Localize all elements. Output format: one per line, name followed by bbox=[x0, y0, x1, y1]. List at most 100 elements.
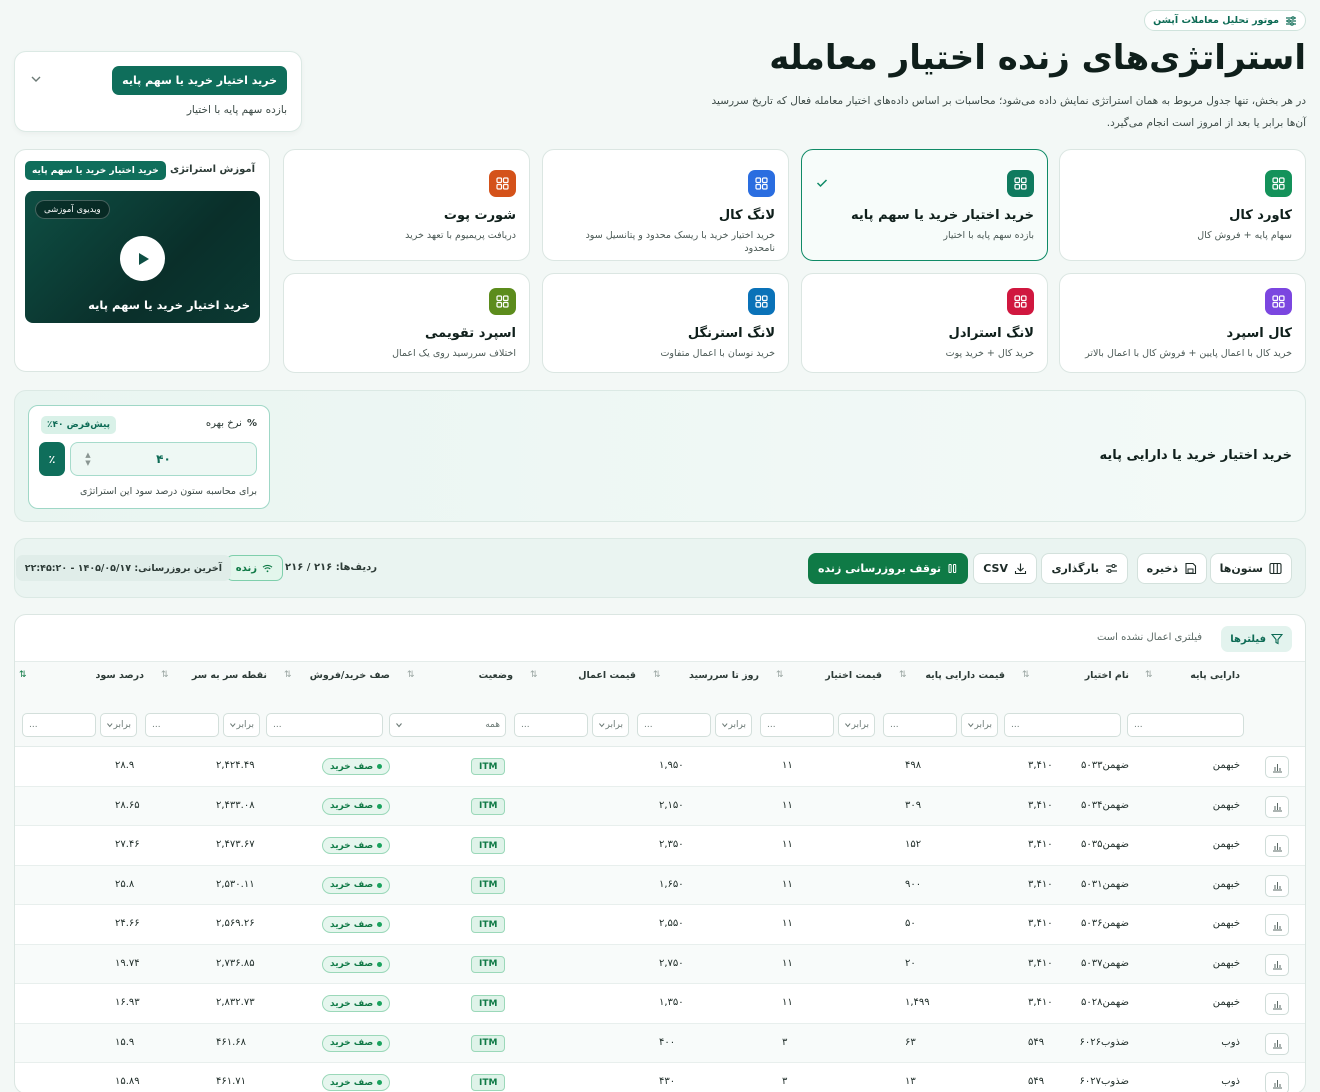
strategy-card[interactable]: لانگ کال خرید اختیار خرید با ریسک محدود … bbox=[542, 149, 789, 261]
strategy-card-subtitle: خرید نوسان با اعمال متفاوت bbox=[660, 348, 775, 359]
filter-under-input[interactable]: ... bbox=[883, 713, 957, 737]
cell-under: ۳,۴۱۰ bbox=[1028, 957, 1053, 969]
filter-icon bbox=[1271, 633, 1283, 645]
sort-icon[interactable]: ⇅ bbox=[530, 670, 538, 680]
load-button[interactable]: بارگذاری bbox=[1041, 553, 1128, 584]
sort-icon[interactable]: ⇅ bbox=[161, 670, 169, 680]
cell-days: ۳ bbox=[782, 1036, 788, 1048]
filter-days-input[interactable]: ... bbox=[637, 713, 711, 737]
strategy-card[interactable]: کال اسپرد خرید کال با اعمال پایین + فروش… bbox=[1059, 273, 1306, 373]
row-chart-button[interactable] bbox=[1265, 835, 1289, 857]
strategy-selector[interactable]: خرید اختیار خرید یا سهم پایه بازده سهم پ… bbox=[14, 51, 302, 132]
save-label: ذخیره bbox=[1146, 562, 1178, 575]
filter-strike-input[interactable]: ... bbox=[514, 713, 588, 737]
chevron-down-icon bbox=[845, 723, 851, 728]
column-header-under[interactable]: قیمت دارایی پایه bbox=[925, 670, 1005, 681]
filter-op-pct[interactable]: برابر bbox=[100, 713, 137, 737]
strategy-card[interactable]: کاورد کال سهام پایه + فروش کال bbox=[1059, 149, 1306, 261]
csv-button[interactable]: CSV bbox=[973, 553, 1037, 584]
filter-queue-input[interactable]: ... bbox=[266, 713, 383, 737]
bar-chart-icon bbox=[1272, 882, 1282, 891]
table-row[interactable]: خبهمن ضهمن۵۰۳۴ ۳,۴۱۰ ۳۰۹ ۱۱ ۲,۱۵۰ ITM صف… bbox=[15, 786, 1305, 826]
table-row[interactable]: خبهمن ضهمن۵۰۳۳ ۳,۴۱۰ ۴۹۸ ۱۱ ۱,۹۵۰ ITM صف… bbox=[15, 747, 1305, 787]
strategy-selector-value: خرید اختیار خرید یا سهم پایه bbox=[112, 66, 287, 95]
table-row[interactable]: خبهمن ضهمن۵۰۳۵ ۳,۴۱۰ ۱۵۲ ۱۱ ۲,۳۵۰ ITM صف… bbox=[15, 826, 1305, 866]
table-row[interactable]: خبهمن ضهمن۵۰۳۶ ۳,۴۱۰ ۵۰ ۱۱ ۲,۵۵۰ ITM صف … bbox=[15, 905, 1305, 945]
table-row[interactable]: ذوب ضذوب۶۰۲۶ ۵۴۹ ۶۳ ۳ ۴۰۰ ITM صف خرید ۴۶… bbox=[15, 1023, 1305, 1063]
strategy-card[interactable]: لانگ استرادل خرید کال + خرید پوت bbox=[801, 273, 1048, 373]
queue-label: صف خرید bbox=[330, 1038, 374, 1048]
column-header-price[interactable]: قیمت اختیار bbox=[825, 670, 882, 681]
interest-rate-default[interactable]: پیش‌فرض ۴۰٪ bbox=[41, 416, 117, 434]
interest-rate-input[interactable]: ۴۰ ▲ ▼ bbox=[70, 442, 257, 476]
filter-status-select[interactable]: همه bbox=[389, 713, 506, 737]
chevron-down-icon bbox=[722, 723, 728, 728]
table-row[interactable]: ذوب ضذوب۶۰۲۷ ۵۴۹ ۱۳ ۳ ۴۳۰ ITM صف خرید ۴۶… bbox=[15, 1063, 1305, 1092]
column-header-strike[interactable]: قیمت اعمال bbox=[578, 670, 636, 681]
cell-asset: خبهمن bbox=[1212, 878, 1240, 890]
save-button[interactable]: ذخیره bbox=[1136, 553, 1207, 584]
filter-option-input[interactable]: ... bbox=[1004, 713, 1121, 737]
filter-asset-input[interactable]: ... bbox=[1127, 713, 1244, 737]
cell-price: ۹۰۰ bbox=[905, 878, 922, 890]
filter-placeholder: ... bbox=[521, 720, 530, 730]
strategy-card[interactable]: لانگ استرنگل خرید نوسان با اعمال متفاوت bbox=[542, 273, 789, 373]
column-header-queue[interactable]: صف خرید/فروش bbox=[310, 670, 390, 681]
cell-profit-pct: ۲۵.۸ bbox=[115, 878, 135, 890]
sort-icon[interactable]: ⇅ bbox=[776, 670, 784, 680]
filter-op-price[interactable]: برابر bbox=[838, 713, 875, 737]
column-header-pct[interactable]: درصد سود bbox=[96, 670, 145, 681]
row-chart-button[interactable] bbox=[1265, 874, 1289, 897]
column-header-be[interactable]: نقطه سر به سر bbox=[192, 670, 267, 681]
play-button[interactable] bbox=[120, 236, 165, 281]
sort-active-icon[interactable]: ⇅ bbox=[19, 670, 27, 680]
strategy-card[interactable]: خرید اختیار خرید یا سهم پایه بازده سهم پ… bbox=[801, 149, 1048, 261]
stop-live-button[interactable]: توقف بروزرسانی زنده bbox=[808, 553, 968, 584]
filter-op-be[interactable]: برابر bbox=[223, 713, 260, 737]
filter-pct-input[interactable]: ... bbox=[22, 713, 96, 737]
sort-icon[interactable]: ⇅ bbox=[1145, 670, 1153, 680]
strategy-icon-tile bbox=[1007, 170, 1034, 197]
row-chart-button[interactable] bbox=[1265, 953, 1289, 976]
table-row[interactable]: خبهمن ضهمن۵۰۳۷ ۳,۴۱۰ ۲۰ ۱۱ ۲,۷۵۰ ITM صف … bbox=[15, 944, 1305, 984]
column-header-asset[interactable]: دارایی پایه bbox=[1190, 670, 1240, 681]
grid-icon bbox=[1272, 177, 1285, 190]
strategy-card[interactable]: اسپرد تقویمی اختلاف سررسید روی یک اعمال bbox=[283, 273, 530, 373]
row-chart-button[interactable] bbox=[1265, 914, 1289, 936]
columns-button[interactable]: ستون‌ها bbox=[1209, 553, 1292, 584]
column-header-option[interactable]: نام اختیار bbox=[1085, 670, 1129, 681]
bar-chart-icon bbox=[1272, 763, 1282, 772]
filter-select-value: برابر bbox=[728, 720, 746, 730]
strategy-card[interactable]: شورت پوت دریافت پریمیوم با تعهد خرید bbox=[283, 149, 530, 261]
strategy-card-title: خرید اختیار خرید یا سهم پایه bbox=[851, 208, 1034, 223]
cell-days: ۱۱ bbox=[782, 878, 793, 890]
queue-badge: صف خرید bbox=[322, 876, 391, 894]
row-chart-button[interactable] bbox=[1265, 795, 1289, 818]
column-header-days[interactable]: روز تا سررسید bbox=[689, 670, 759, 681]
row-count: ردیف‌ها: ۲۱۶ / ۲۱۶ bbox=[285, 562, 377, 573]
row-chart-button[interactable] bbox=[1265, 756, 1289, 778]
sort-icon[interactable]: ⇅ bbox=[653, 670, 661, 680]
sort-icon[interactable]: ⇅ bbox=[407, 670, 415, 680]
filter-op-strike[interactable]: برابر bbox=[592, 713, 629, 737]
cell-breakeven: ۲,۸۳۲.۷۳ bbox=[216, 997, 255, 1008]
strategy-icon-tile bbox=[748, 170, 775, 197]
sort-icon[interactable]: ⇅ bbox=[899, 670, 907, 680]
filter-op-under[interactable]: برابر bbox=[961, 713, 998, 737]
filter-price-input[interactable]: ... bbox=[760, 713, 834, 737]
cell-option: ضهمن۵۰۳۱ bbox=[1081, 878, 1129, 890]
row-chart-button[interactable] bbox=[1265, 993, 1289, 1015]
education-video[interactable]: ویدیوی آموزشی خرید اختیار خرید یا سهم پا… bbox=[25, 191, 260, 323]
sort-icon[interactable]: ⇅ bbox=[284, 670, 292, 680]
row-chart-button[interactable] bbox=[1265, 1032, 1289, 1055]
filter-op-days[interactable]: برابر bbox=[715, 713, 752, 737]
filter-be-input[interactable]: ... bbox=[145, 713, 219, 737]
column-header-status[interactable]: وضعیت bbox=[479, 670, 513, 681]
sort-icon[interactable]: ⇅ bbox=[1022, 670, 1030, 680]
filters-button[interactable]: فیلترها bbox=[1221, 626, 1292, 652]
row-chart-button[interactable] bbox=[1265, 1072, 1289, 1092]
queue-badge: صف خرید bbox=[322, 758, 391, 775]
table-row[interactable]: خبهمن ضهمن۵۰۳۱ ۳,۴۱۰ ۹۰۰ ۱۱ ۱,۶۵۰ ITM صف… bbox=[15, 865, 1305, 905]
table-row[interactable]: خبهمن ضهمن۵۰۲۸ ۳,۴۱۰ ۱,۴۹۹ ۱۱ ۱,۳۵۰ ITM … bbox=[15, 984, 1305, 1024]
stepper-icon[interactable]: ▲ ▼ bbox=[83, 451, 93, 467]
